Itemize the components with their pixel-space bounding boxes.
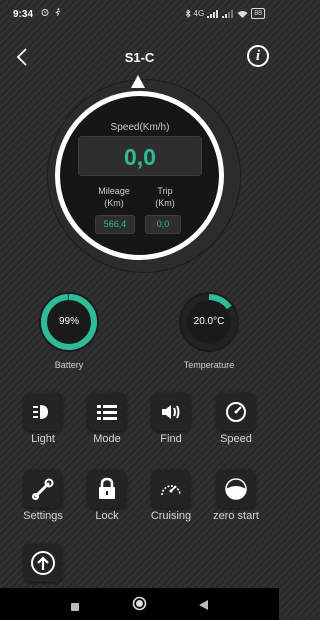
light-tile xyxy=(24,393,62,431)
lock-icon xyxy=(99,477,115,499)
back-nav-button[interactable] xyxy=(198,598,209,616)
bluetooth-icon xyxy=(185,9,191,18)
system-navigation-bar xyxy=(0,588,279,620)
network-type: 4G xyxy=(193,9,205,18)
upload-tile xyxy=(24,544,62,582)
mileage-value: 566,4 xyxy=(95,215,135,234)
battery-dial: 99% xyxy=(38,291,100,353)
mileage-label: Mileage (Km) xyxy=(88,185,140,209)
speed-tile xyxy=(217,393,255,431)
cruising-label: Cruising xyxy=(150,510,192,522)
gauge-icon xyxy=(226,402,246,422)
signal-icon xyxy=(207,9,219,18)
find-tile xyxy=(152,393,190,431)
settings-tile xyxy=(24,470,62,508)
temperature-label: Temperature xyxy=(183,360,235,370)
page-title: S1-C xyxy=(124,50,155,65)
status-notification-icons xyxy=(41,8,62,18)
wrench-icon xyxy=(32,478,54,500)
info-button[interactable]: i xyxy=(247,45,269,67)
trip-label: Trip (Km) xyxy=(145,185,185,209)
lock-tile xyxy=(88,470,126,508)
home-button[interactable] xyxy=(132,596,147,616)
half-circle-icon xyxy=(225,478,247,500)
find-label: Find xyxy=(160,433,182,445)
wifi-icon xyxy=(237,10,248,18)
temperature-dial: 20.0°C xyxy=(178,291,240,353)
trip-label-line2: (Km) xyxy=(155,198,175,208)
status-right: 4G 88 xyxy=(185,8,265,19)
light-label: Light xyxy=(31,433,55,445)
list-icon xyxy=(97,405,117,420)
cruising-button[interactable]: Cruising xyxy=(141,470,201,522)
status-time: 9:34 xyxy=(13,9,34,20)
mode-tile xyxy=(88,393,126,431)
lock-button[interactable]: Lock xyxy=(77,470,137,522)
recent-apps-button[interactable] xyxy=(70,599,80,617)
alarm-icon xyxy=(41,9,49,16)
speed-value: 0,0 xyxy=(124,144,156,170)
upload-arrow-icon xyxy=(31,551,55,575)
zero-start-button[interactable]: zero start xyxy=(206,470,266,522)
mileage-label-line1: Mileage xyxy=(98,186,130,196)
square-icon xyxy=(71,603,79,611)
find-button[interactable]: Find xyxy=(141,393,201,445)
settings-button[interactable]: Settings xyxy=(13,470,73,522)
trip-value: 0,0 xyxy=(145,215,181,234)
signal-icon xyxy=(222,9,234,18)
cruise-icon xyxy=(161,485,181,496)
temperature-value: 20.0°C xyxy=(193,316,225,327)
info-icon: i xyxy=(255,48,261,64)
speedometer-pointer xyxy=(131,75,145,88)
mode-button[interactable]: Mode xyxy=(77,393,137,445)
battery-value: 99% xyxy=(58,316,79,327)
speed-label-button: Speed xyxy=(220,433,252,445)
settings-label: Settings xyxy=(23,510,63,522)
speed-label: Speed(Km/h) xyxy=(110,122,170,133)
zero-start-label: zero start xyxy=(213,510,259,522)
speed-display: 0,0 xyxy=(78,136,202,176)
triangle-back-icon xyxy=(199,600,208,610)
upload-button[interactable] xyxy=(13,544,73,582)
speed-button[interactable]: Speed xyxy=(206,393,266,445)
circle-icon xyxy=(132,596,147,611)
zero-start-tile xyxy=(217,470,255,508)
lock-label: Lock xyxy=(95,510,119,522)
light-button[interactable]: Light xyxy=(13,393,73,445)
mileage-label-line2: (Km) xyxy=(104,198,124,208)
cruising-tile xyxy=(152,470,190,508)
mode-label: Mode xyxy=(93,433,121,445)
header: S1-C i xyxy=(0,40,279,76)
activity-icon xyxy=(54,8,60,17)
battery-indicator: 88 xyxy=(251,8,265,19)
battery-label: Battery xyxy=(54,360,84,370)
speaker-icon xyxy=(162,405,180,419)
trip-label-line1: Trip xyxy=(157,186,173,196)
headlight-icon xyxy=(33,405,48,419)
status-bar: 9:34 4G 88 xyxy=(0,0,279,30)
